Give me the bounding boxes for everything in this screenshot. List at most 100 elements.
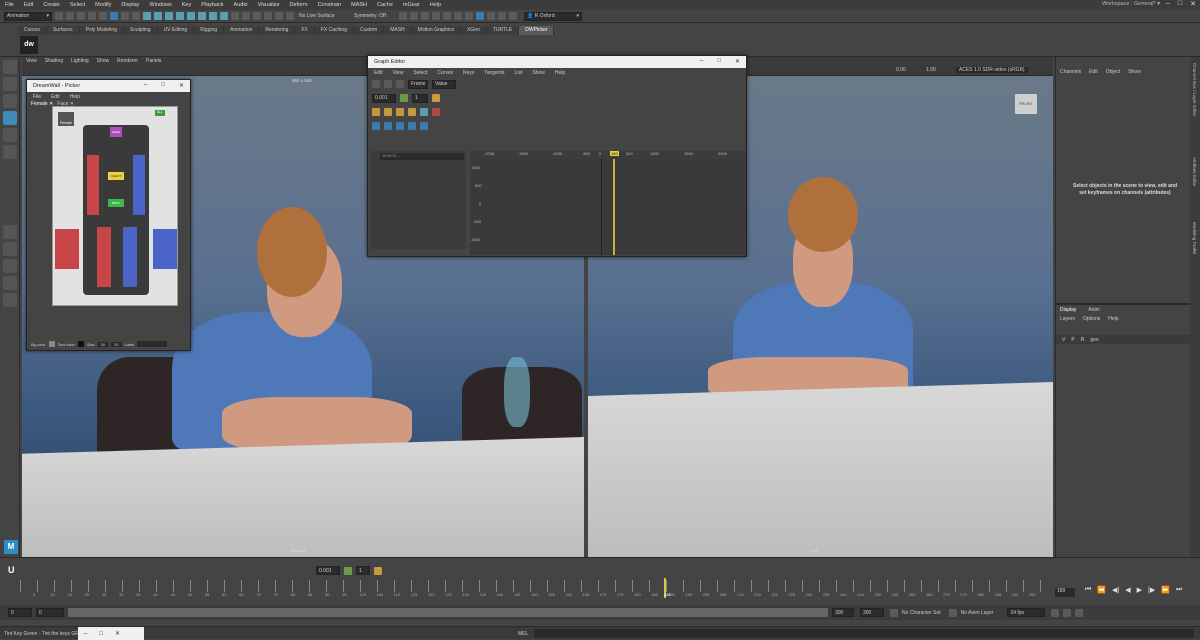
range-slider[interactable] (68, 608, 828, 617)
ge-menu-tangents[interactable]: Tangents (484, 70, 504, 76)
size-height-field[interactable]: 20 (111, 341, 122, 347)
picker-canvas[interactable]: Female ALL HEAD CHEST BODY (52, 106, 178, 306)
dwpicker-shelf-icon[interactable]: dw (20, 36, 38, 54)
character-hair-mesh[interactable] (257, 207, 327, 297)
menu-display[interactable]: Display (116, 2, 144, 8)
hypershade-icon[interactable] (443, 12, 451, 20)
size-width-field[interactable]: 30 (97, 341, 109, 347)
picker-left-arm[interactable] (133, 155, 145, 215)
ge-key-tick-icon[interactable] (400, 94, 408, 102)
fps-dropdown[interactable]: 24 fps (1007, 608, 1046, 617)
playback-end-field[interactable]: 300 (832, 608, 854, 617)
step-forward-frame-icon[interactable]: |▶ (1148, 586, 1155, 594)
picker-left-hand[interactable] (153, 229, 177, 269)
vp-left-menu-lighting[interactable]: Lighting (67, 58, 93, 64)
picker-left-leg[interactable] (123, 227, 137, 287)
shelf-tab-fx[interactable]: FX (295, 26, 315, 35)
current-frame-field[interactable]: 189 (1055, 588, 1075, 597)
maya-logo-icon[interactable]: M (4, 540, 18, 554)
maximize-icon[interactable]: □ (1178, 0, 1182, 8)
select-curves-icon[interactable] (176, 12, 184, 20)
vp-left-menu-renderer[interactable]: Renderer (113, 58, 142, 64)
picker-body-button[interactable]: BODY (108, 199, 124, 207)
snap-grid-icon[interactable] (242, 12, 250, 20)
toggle-channel-box-icon[interactable] (509, 12, 517, 20)
timeline-stats-field[interactable]: 0.001 (316, 566, 340, 575)
shelf-tab-animation[interactable]: Animation (224, 26, 260, 35)
auto-tangent-icon[interactable] (420, 108, 428, 116)
snap-view-plane-icon[interactable] (275, 12, 283, 20)
picker-right-hand[interactable] (55, 229, 79, 269)
ge-close-icon[interactable]: ✕ (735, 58, 740, 65)
picker-titlebar[interactable]: DreamWall - Picker – □ ✕ (27, 80, 190, 92)
ge-time-ruler[interactable]: -2000 -1500 -1000 -500 0 189 300 1000 15… (470, 151, 746, 159)
new-scene-icon[interactable] (55, 12, 63, 20)
picker-select-all-button[interactable]: ALL (155, 110, 165, 116)
animation-start-field[interactable]: 0 (8, 608, 32, 617)
anim-layer-dropdown[interactable]: No Anim Layer (961, 610, 994, 616)
frame-all-icon[interactable] (420, 122, 428, 130)
toggle-attribute-editor-icon[interactable] (487, 12, 495, 20)
side-tab-channel-box[interactable]: Channel Box / Layer Editor (1192, 63, 1197, 117)
table-mesh-front[interactable] (588, 382, 1053, 557)
menu-modify[interactable]: Modify (90, 2, 116, 8)
menu-visualize[interactable]: Visualize (253, 2, 285, 8)
object-menu[interactable]: Object (1106, 69, 1120, 75)
save-scene-icon[interactable] (77, 12, 85, 20)
select-tool-icon[interactable] (3, 60, 17, 74)
layer-visibility-toggle[interactable]: V (1062, 337, 1065, 343)
timeline-autokey-icon[interactable] (374, 566, 382, 575)
layer-name[interactable]: geo (1090, 337, 1098, 343)
bg-color-swatch[interactable] (48, 341, 55, 347)
loop-icon[interactable] (1051, 608, 1060, 617)
graph-editor-titlebar[interactable]: Graph Editor – □ ✕ (368, 56, 746, 68)
menu-set-dropdown[interactable]: Animation ▾ (4, 11, 52, 21)
view-cube[interactable]: FRONT (1015, 94, 1037, 114)
workspace-selector[interactable]: Workspace : General* ▾ (1102, 1, 1160, 7)
move-tool-icon[interactable] (3, 111, 17, 125)
step-back-frame-icon[interactable]: ◀| (1112, 586, 1119, 594)
picker-menu-file[interactable]: File (33, 94, 41, 100)
tab-anim[interactable]: Anim (1088, 307, 1099, 313)
select-joints-icon[interactable] (165, 12, 173, 20)
ge-current-frame[interactable]: 189 (610, 151, 619, 156)
edit-menu[interactable]: Edit (1089, 69, 1098, 75)
vp-left-menu-show[interactable]: Show (93, 58, 114, 64)
minimize-icon[interactable]: – (1166, 0, 1170, 8)
timeline-playhead[interactable]: 189 (664, 578, 673, 598)
animation-end-field[interactable]: 300 (860, 608, 884, 617)
spline-tangent-icon[interactable] (396, 108, 404, 116)
vp-left-menu-panels[interactable]: Panels (142, 58, 165, 64)
select-component-icon[interactable] (132, 12, 140, 20)
table-mesh[interactable] (22, 437, 584, 557)
ge-menu-curves[interactable]: Curves (437, 70, 453, 76)
menu-windows[interactable]: Windows (144, 2, 176, 8)
stub-minimize-icon[interactable]: – (84, 631, 87, 637)
ge-menu-list[interactable]: List (515, 70, 523, 76)
picker-menu-edit[interactable]: Edit (51, 94, 60, 100)
toggle-modeling-toolkit-icon[interactable] (476, 12, 484, 20)
select-object-icon[interactable] (121, 12, 129, 20)
go-to-end-icon[interactable]: ⏭ (1176, 586, 1182, 594)
step-tangent-icon[interactable] (372, 108, 380, 116)
menu-key[interactable]: Key (177, 2, 196, 8)
ge-menu-view[interactable]: View (393, 70, 404, 76)
insert-key-icon[interactable] (384, 80, 392, 88)
menu-playback[interactable]: Playback (196, 2, 228, 8)
show-menu[interactable]: Show (1128, 69, 1141, 75)
render-view-icon[interactable] (454, 12, 462, 20)
pick-mask-icon[interactable] (143, 12, 151, 20)
linear-tangent-icon[interactable] (384, 108, 392, 116)
picker-right-arm[interactable] (87, 155, 99, 215)
single-perspective-layout-icon[interactable] (3, 225, 17, 239)
record-icon[interactable] (432, 108, 440, 116)
picker-minimize-icon[interactable]: – (144, 82, 147, 89)
make-live-icon[interactable] (286, 12, 294, 20)
side-tab-attribute-editor[interactable]: Attribute Editor (1192, 157, 1197, 187)
live-surface-field[interactable]: No Live Surface (297, 11, 349, 21)
ge-graph-area[interactable]: -2000 -1500 -1000 -500 0 189 300 1000 15… (470, 151, 746, 255)
picker-tab-female[interactable]: Female ✕ (31, 101, 53, 109)
user-dropdown[interactable]: 👤 R Oxford ▾ (524, 11, 582, 21)
timeline-key-field[interactable]: 1 (356, 566, 370, 575)
shelf-tab-surfaces[interactable]: Surfaces (46, 26, 80, 35)
